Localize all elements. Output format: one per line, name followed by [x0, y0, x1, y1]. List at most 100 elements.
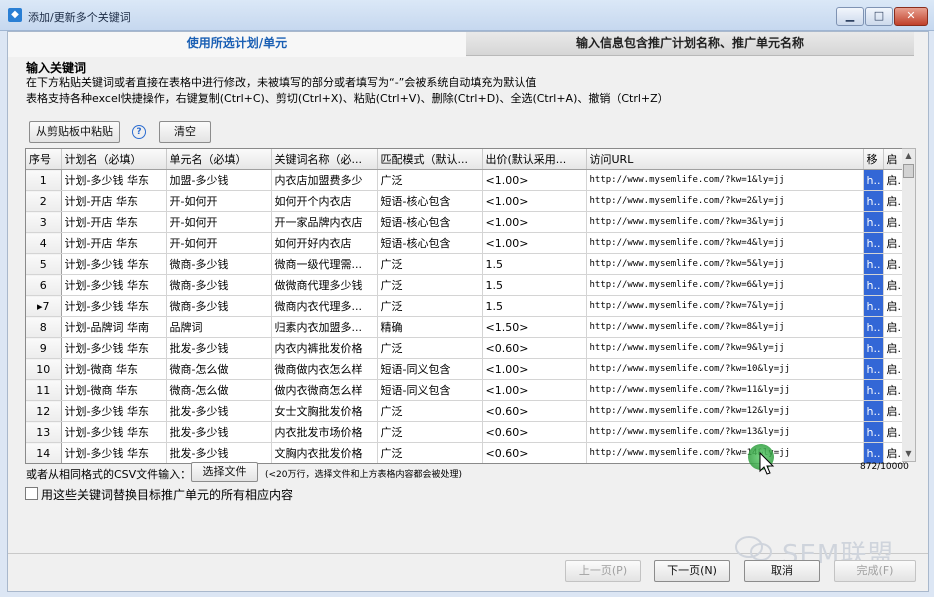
cell-index[interactable]: 9	[26, 337, 62, 359]
cell-enable[interactable]: 启.	[883, 337, 903, 359]
grid-scrollbar[interactable]: ▲ ▼	[902, 148, 916, 462]
cell-match[interactable]: 短语-核心包含	[377, 211, 483, 233]
table-row[interactable]: 6 计划-多少钱 华东 微商-多少钱 做微商代理多少钱 广泛 1.5 http://www.…	[26, 274, 903, 296]
cell-index[interactable]: ▸7	[26, 295, 62, 317]
cell-mobile[interactable]: h..	[863, 379, 884, 401]
cell-index[interactable]: 4	[26, 232, 62, 254]
cell-enable[interactable]: 启.	[883, 400, 903, 422]
cell-keyword[interactable]: 内衣批发市场价格	[271, 421, 378, 443]
cell-enable[interactable]: 启.	[883, 379, 903, 401]
cell-enable[interactable]: 启.	[883, 442, 903, 463]
cell-plan[interactable]: 计划-多少钱 华东	[61, 337, 167, 359]
cell-index[interactable]: 14	[26, 442, 62, 463]
cell-keyword[interactable]: 内衣内裤批发价格	[271, 337, 378, 359]
cell-bid[interactable]: <1.00>	[482, 232, 587, 254]
cell-keyword[interactable]: 开一家品牌内衣店	[271, 211, 378, 233]
cell-index[interactable]: 10	[26, 358, 62, 380]
tab-selected-plan[interactable]: 使用所选计划/单元	[8, 32, 466, 57]
cell-url[interactable]: http://www.mysemlife.com/?kw=7&ly=jj	[586, 295, 864, 317]
table-row[interactable]: 11 计划-微商 华东 微商-怎么做 做内衣微商怎么样 短语-同义包含 <1.00> htt…	[26, 379, 903, 401]
table-row[interactable]: 10 计划-微商 华东 微商-怎么做 微商做内衣怎么样 短语-同义包含 <1.00> htt…	[26, 358, 903, 380]
cell-match[interactable]: 广泛	[377, 295, 483, 317]
scroll-up-icon[interactable]: ▲	[902, 149, 915, 163]
col-header-bid[interactable]: 出价(默认采用...	[482, 149, 587, 170]
cell-keyword[interactable]: 如何开好内衣店	[271, 232, 378, 254]
col-header-match[interactable]: 匹配模式（默认...	[377, 149, 483, 170]
cell-enable[interactable]: 启.	[883, 295, 903, 317]
cell-enable[interactable]: 启.	[883, 169, 903, 191]
table-row[interactable]: 13 计划-多少钱 华东 批发-多少钱 内衣批发市场价格 广泛 <0.60> http://…	[26, 421, 903, 443]
cell-match[interactable]: 广泛	[377, 169, 483, 191]
cell-plan[interactable]: 计划-开店 华东	[61, 232, 167, 254]
cell-url[interactable]: http://www.mysemlife.com/?kw=1&ly=jj	[586, 169, 864, 191]
cell-plan[interactable]: 计划-多少钱 华东	[61, 253, 167, 275]
cell-index[interactable]: 1	[26, 169, 62, 191]
cell-index[interactable]: 11	[26, 379, 62, 401]
cell-url[interactable]: http://www.mysemlife.com/?kw=12&ly=jj	[586, 400, 864, 422]
cell-mobile[interactable]: h..	[863, 400, 884, 422]
cell-bid[interactable]: <0.60>	[482, 400, 587, 422]
scroll-down-icon[interactable]: ▼	[902, 447, 915, 461]
cell-bid[interactable]: 1.5	[482, 295, 587, 317]
cell-keyword[interactable]: 微商做内衣怎么样	[271, 358, 378, 380]
cell-enable[interactable]: 启.	[883, 232, 903, 254]
table-row[interactable]: 5 计划-多少钱 华东 微商-多少钱 微商一级代理需... 广泛 1.5 http://ww…	[26, 253, 903, 275]
table-row[interactable]: 2 计划-开店 华东 开-如何开 如何开个内衣店 短语-核心包含 <1.00> http:/…	[26, 190, 903, 212]
prev-page-button[interactable]: 上一页(P)	[565, 560, 641, 582]
cell-plan[interactable]: 计划-多少钱 华东	[61, 274, 167, 296]
cell-mobile[interactable]: h..	[863, 253, 884, 275]
clear-button[interactable]: 清空	[159, 121, 211, 143]
table-row[interactable]: 4 计划-开店 华东 开-如何开 如何开好内衣店 短语-核心包含 <1.00> http:/…	[26, 232, 903, 254]
cell-index[interactable]: 12	[26, 400, 62, 422]
cell-unit[interactable]: 微商-多少钱	[166, 295, 272, 317]
cell-match[interactable]: 广泛	[377, 421, 483, 443]
cell-enable[interactable]: 启.	[883, 358, 903, 380]
cell-match[interactable]: 广泛	[377, 442, 483, 463]
cell-match[interactable]: 短语-核心包含	[377, 190, 483, 212]
cell-plan[interactable]: 计划-多少钱 华东	[61, 421, 167, 443]
cell-unit[interactable]: 微商-怎么做	[166, 358, 272, 380]
table-row[interactable]: 12 计划-多少钱 华东 批发-多少钱 女士文胸批发价格 广泛 <0.60> http://…	[26, 400, 903, 422]
cell-plan[interactable]: 计划-多少钱 华东	[61, 169, 167, 191]
cell-enable[interactable]: 启.	[883, 316, 903, 338]
col-header-enable[interactable]: 启	[883, 149, 903, 170]
cell-index[interactable]: 13	[26, 421, 62, 443]
col-header-url[interactable]: 访问URL	[586, 149, 864, 170]
tab-input-plan-info[interactable]: 输入信息包含推广计划名称、推广单元名称	[466, 32, 914, 56]
help-icon[interactable]: ?	[132, 125, 146, 139]
cell-url[interactable]: http://www.mysemlife.com/?kw=13&ly=jj	[586, 421, 864, 443]
replace-checkbox[interactable]	[25, 487, 38, 500]
cell-mobile[interactable]: h..	[863, 337, 884, 359]
cell-match[interactable]: 短语-同义包含	[377, 379, 483, 401]
cell-unit[interactable]: 开-如何开	[166, 211, 272, 233]
table-row[interactable]: 8 计划-品牌词 华南 品牌词 归素内衣加盟多... 精确 <1.50> http://ww…	[26, 316, 903, 338]
cell-bid[interactable]: <1.50>	[482, 316, 587, 338]
cell-url[interactable]: http://www.mysemlife.com/?kw=4&ly=jj	[586, 232, 864, 254]
cell-unit[interactable]: 加盟-多少钱	[166, 169, 272, 191]
cell-unit[interactable]: 开-如何开	[166, 232, 272, 254]
cell-match[interactable]: 广泛	[377, 400, 483, 422]
cell-unit[interactable]: 开-如何开	[166, 190, 272, 212]
cell-url[interactable]: http://www.mysemlife.com/?kw=8&ly=jj	[586, 316, 864, 338]
cell-match[interactable]: 精确	[377, 316, 483, 338]
cell-mobile[interactable]: h..	[863, 211, 884, 233]
cell-unit[interactable]: 批发-多少钱	[166, 337, 272, 359]
cell-url[interactable]: http://www.mysemlife.com/?kw=3&ly=jj	[586, 211, 864, 233]
cell-mobile[interactable]: h..	[863, 442, 884, 463]
cell-bid[interactable]: 1.5	[482, 253, 587, 275]
cell-match[interactable]: 短语-同义包含	[377, 358, 483, 380]
table-row[interactable]: 3 计划-开店 华东 开-如何开 开一家品牌内衣店 短语-核心包含 <1.00> http:…	[26, 211, 903, 233]
cell-match[interactable]: 广泛	[377, 337, 483, 359]
cell-bid[interactable]: <1.00>	[482, 169, 587, 191]
cell-bid[interactable]: <1.00>	[482, 358, 587, 380]
cell-mobile[interactable]: h..	[863, 232, 884, 254]
table-row[interactable]: ▸7 计划-多少钱 华东 微商-多少钱 微商内衣代理多... 广泛 1.5 http://w…	[26, 295, 903, 317]
cell-bid[interactable]: <1.00>	[482, 211, 587, 233]
cell-unit[interactable]: 微商-多少钱	[166, 274, 272, 296]
cell-mobile[interactable]: h..	[863, 274, 884, 296]
cell-mobile[interactable]: h..	[863, 421, 884, 443]
cell-keyword[interactable]: 女士文胸批发价格	[271, 400, 378, 422]
cell-mobile[interactable]: h..	[863, 169, 884, 191]
cell-keyword[interactable]: 微商内衣代理多...	[271, 295, 378, 317]
cell-keyword[interactable]: 如何开个内衣店	[271, 190, 378, 212]
